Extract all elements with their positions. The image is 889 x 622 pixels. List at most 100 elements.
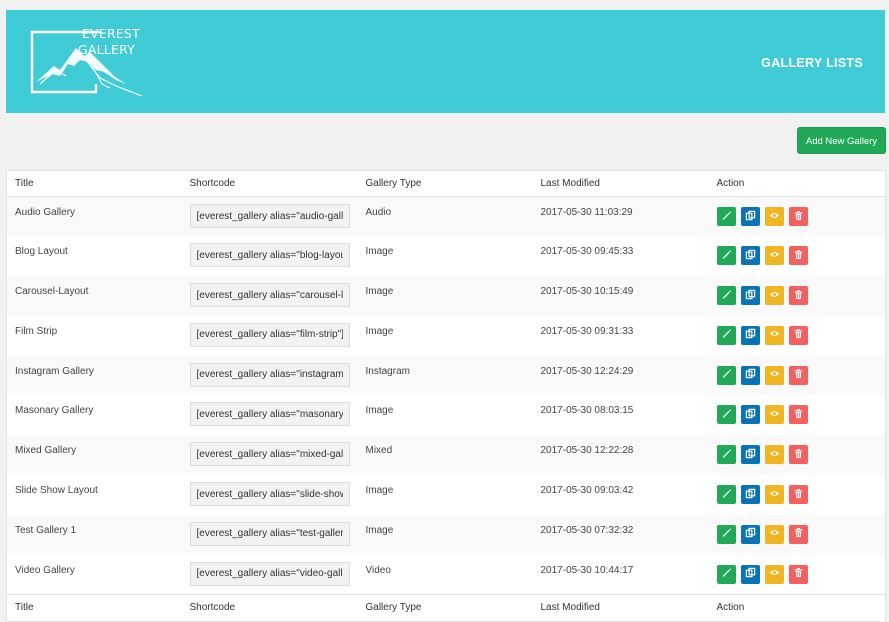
gallery-title: Film Strip — [15, 325, 58, 337]
column-footer-action: Action — [708, 593, 886, 622]
edit-button[interactable] — [716, 246, 736, 266]
delete-button[interactable] — [788, 286, 808, 306]
last-modified: 2017-05-30 08:03:15 — [540, 405, 634, 417]
row-actions — [716, 445, 886, 465]
row-actions — [716, 207, 886, 226]
copy-button[interactable] — [740, 405, 760, 425]
view-button[interactable] — [764, 445, 784, 465]
cell-shortcode — [181, 276, 358, 316]
row-actions — [716, 524, 886, 544]
gallery-title: Mixed Gallery — [15, 445, 77, 457]
copy-button[interactable] — [740, 207, 760, 226]
cell-last-modified: 2017-05-30 12:24:29 — [532, 355, 709, 396]
gallery-title: Audio Gallery — [15, 207, 76, 218]
shortcode-field[interactable] — [189, 442, 350, 467]
cell-gallery-type: Image — [357, 236, 533, 277]
shortcode-field[interactable] — [189, 243, 350, 268]
view-button[interactable] — [764, 365, 784, 385]
copy-button[interactable] — [740, 445, 760, 465]
table-row: Slide Show Layout Image 2017-05-30 09:03:4… — [6, 475, 886, 515]
cell-last-modified: 2017-05-30 11:03:29 — [532, 196, 709, 237]
shortcode-field[interactable] — [189, 402, 350, 427]
edit-button[interactable] — [716, 524, 736, 544]
edit-button[interactable] — [716, 445, 736, 465]
copy-icon — [745, 368, 756, 382]
trash-icon — [793, 210, 804, 224]
copy-button[interactable] — [740, 524, 760, 544]
eye-icon — [769, 448, 780, 462]
copy-button[interactable] — [740, 246, 760, 266]
cell-gallery-type: Instagram — [357, 355, 533, 396]
gallery-title: Masonary Gallery — [15, 405, 94, 417]
shortcode-field[interactable] — [189, 521, 350, 546]
edit-button[interactable] — [716, 325, 736, 345]
delete-button[interactable] — [788, 325, 808, 345]
shortcode-field[interactable] — [189, 204, 350, 228]
view-button[interactable] — [764, 246, 784, 266]
edit-button[interactable] — [716, 286, 736, 306]
view-button[interactable] — [764, 524, 784, 544]
view-button[interactable] — [764, 405, 784, 425]
view-button[interactable] — [764, 485, 784, 505]
view-button[interactable] — [764, 564, 784, 584]
delete-button[interactable] — [788, 485, 808, 505]
gallery-type: Image — [365, 405, 394, 417]
edit-button[interactable] — [716, 485, 736, 505]
view-button[interactable] — [764, 286, 784, 306]
gallery-type: Image — [365, 246, 394, 258]
copy-button[interactable] — [740, 564, 760, 584]
copy-button[interactable] — [740, 286, 760, 306]
last-modified: 2017-05-30 12:22:28 — [540, 445, 634, 457]
copy-icon — [745, 289, 756, 303]
table-row: Masonary Gallery Image 2017-05-30 08:03:15 — [6, 395, 886, 436]
cell-gallery-type: Image — [357, 315, 533, 356]
row-actions — [716, 485, 886, 505]
shortcode-field[interactable] — [189, 322, 350, 347]
cell-title: Masonary Gallery — [6, 395, 182, 436]
cell-gallery-type: Image — [357, 514, 533, 555]
copy-icon — [745, 488, 756, 502]
cell-last-modified: 2017-05-30 09:45:33 — [532, 236, 709, 277]
gallery-title: Instagram Gallery — [15, 365, 94, 377]
cell-gallery-type: Image — [357, 395, 533, 436]
column-header-title: Title — [6, 170, 182, 197]
shortcode-field[interactable] — [189, 362, 350, 387]
delete-button[interactable] — [788, 445, 808, 465]
copy-button[interactable] — [740, 485, 760, 505]
copy-icon — [745, 448, 756, 462]
edit-button[interactable] — [716, 405, 736, 425]
add-new-gallery-button[interactable]: Add New Gallery — [797, 127, 886, 154]
view-button[interactable] — [764, 325, 784, 345]
cell-action — [708, 435, 886, 476]
eye-icon — [769, 249, 780, 263]
gallery-type: Instagram — [365, 365, 410, 377]
edit-button[interactable] — [716, 207, 736, 226]
delete-button[interactable] — [788, 207, 808, 226]
delete-button[interactable] — [788, 405, 808, 425]
last-modified: 2017-05-30 07:32:32 — [540, 524, 634, 536]
gallery-title: Blog Layout — [15, 246, 68, 258]
copy-button[interactable] — [740, 325, 760, 345]
view-button[interactable] — [764, 207, 784, 226]
delete-button[interactable] — [788, 365, 808, 385]
pencil-icon — [721, 289, 732, 303]
cell-gallery-type: Image — [357, 475, 533, 515]
eye-icon — [769, 488, 780, 502]
edit-button[interactable] — [716, 564, 736, 584]
eye-icon — [769, 328, 780, 342]
edit-button[interactable] — [716, 365, 736, 385]
delete-button[interactable] — [788, 524, 808, 544]
gallery-title: Carousel-Layout — [15, 286, 89, 298]
trash-icon — [793, 289, 804, 303]
delete-button[interactable] — [788, 564, 808, 584]
gallery-type: Audio — [365, 207, 392, 218]
copy-icon — [745, 328, 756, 342]
shortcode-field[interactable] — [189, 482, 350, 507]
row-actions — [716, 325, 886, 345]
shortcode-field[interactable] — [189, 561, 350, 586]
column-footer-gallery-type: Gallery Type — [357, 593, 533, 622]
delete-button[interactable] — [788, 246, 808, 266]
shortcode-field[interactable] — [189, 283, 350, 308]
last-modified: 2017-05-30 10:15:49 — [540, 286, 634, 298]
copy-button[interactable] — [740, 365, 760, 385]
